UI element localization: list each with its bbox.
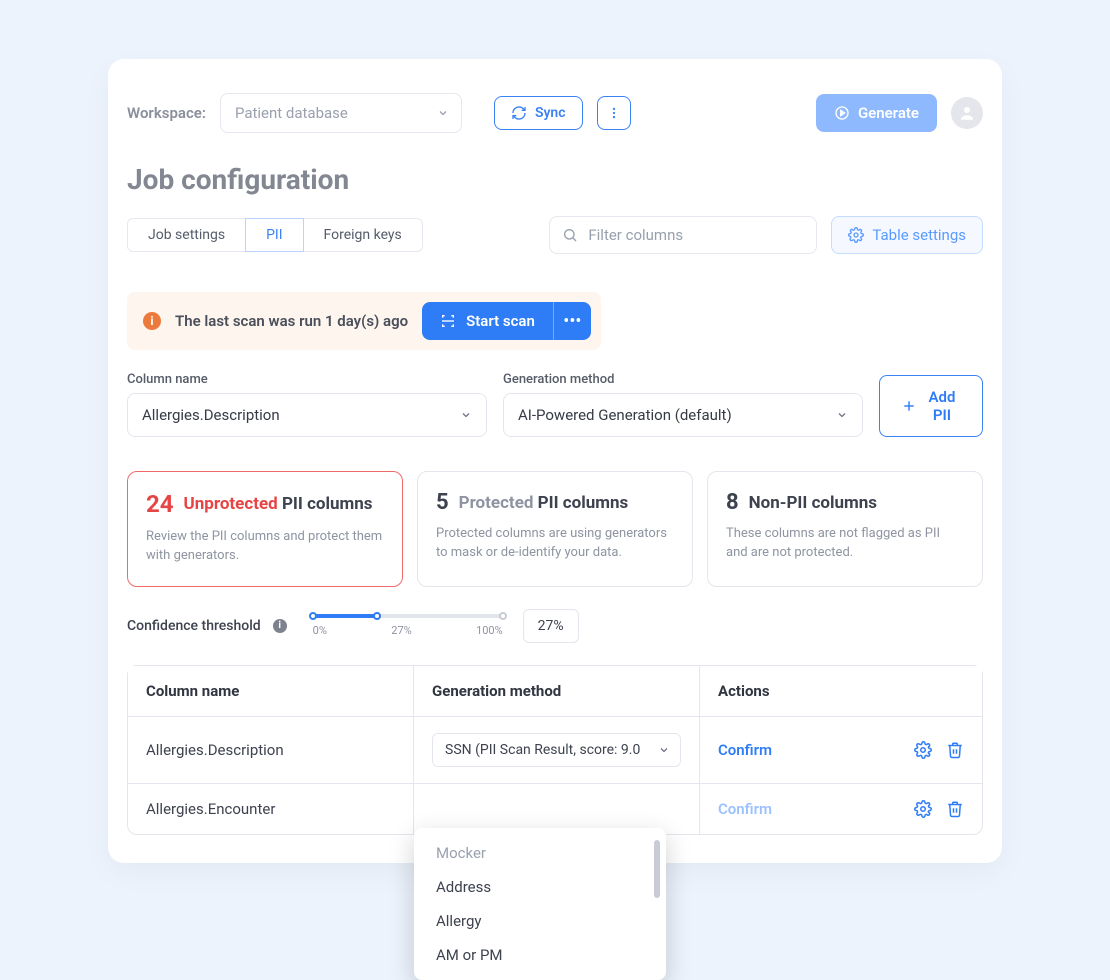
card-protected[interactable]: 5 Protected PII columns Protected column… bbox=[417, 471, 693, 587]
protected-label-pre: Protected bbox=[459, 493, 534, 513]
banner-text: The last scan was run 1 day(s) ago bbox=[175, 312, 408, 330]
sync-button[interactable]: Sync bbox=[494, 96, 583, 130]
threshold-value[interactable]: 27% bbox=[523, 609, 579, 643]
gear-icon bbox=[848, 227, 864, 243]
column-name-value: Allergies.Description bbox=[142, 406, 280, 424]
workspace-select[interactable]: Patient database bbox=[220, 93, 462, 133]
tab-group: Job settings PII Foreign keys bbox=[127, 218, 423, 252]
kebab-icon bbox=[607, 105, 621, 121]
table-row: Allergies.Encounter Mocker Address Aller… bbox=[128, 783, 982, 834]
stat-cards: 24 Unprotected PII columns Review the PI… bbox=[127, 471, 983, 587]
page-title: Job configuration bbox=[127, 163, 983, 196]
settings-icon[interactable] bbox=[914, 800, 932, 818]
refresh-icon bbox=[511, 105, 527, 121]
add-pii-button[interactable]: Add PII bbox=[879, 375, 983, 437]
dropdown-section-header: Mocker bbox=[414, 836, 666, 870]
dropdown-option[interactable]: Address bbox=[414, 870, 666, 904]
slider-handle[interactable] bbox=[373, 612, 381, 620]
slider-tick-min: 0% bbox=[313, 624, 327, 637]
slider-handle-max bbox=[499, 612, 507, 620]
workspace-label: Workspace: bbox=[127, 104, 206, 122]
generate-button[interactable]: Generate bbox=[816, 94, 937, 132]
slider-tick-mid: 27% bbox=[391, 624, 411, 637]
unprotected-label-post: PII columns bbox=[278, 494, 373, 514]
scan-more-button[interactable]: ••• bbox=[553, 302, 591, 340]
chevron-down-icon bbox=[658, 744, 670, 756]
table-row: Allergies.Description SSN (PII Scan Resu… bbox=[128, 716, 982, 783]
chevron-down-icon bbox=[836, 409, 848, 421]
generation-method-label: Generation method bbox=[503, 372, 863, 387]
play-circle-icon bbox=[834, 105, 850, 121]
unprotected-label-pre: Unprotected bbox=[184, 494, 278, 514]
filter-placeholder: Filter columns bbox=[588, 226, 683, 244]
nonpii-count: 8 bbox=[726, 490, 739, 515]
table-header-row: Column name Generation method Actions bbox=[128, 666, 982, 716]
cell-column-name: Allergies.Encounter bbox=[128, 784, 413, 834]
tab-pii[interactable]: PII bbox=[245, 218, 303, 252]
workspace-value: Patient database bbox=[235, 104, 348, 122]
row-method-select[interactable]: SSN (PII Scan Result, score: 9.0 bbox=[432, 733, 681, 767]
table-settings-label: Table settings bbox=[872, 226, 966, 244]
main-panel: Workspace: Patient database Sync Generat… bbox=[108, 59, 1002, 863]
add-pii-label: Add PII bbox=[924, 388, 960, 424]
avatar[interactable] bbox=[951, 97, 983, 129]
cell-column-name: Allergies.Description bbox=[128, 717, 413, 783]
th-actions: Actions bbox=[699, 666, 982, 716]
more-menu-button[interactable] bbox=[597, 96, 631, 130]
threshold-row: Confidence threshold i 0% 27% 100% 27% bbox=[127, 609, 983, 643]
table-settings-button[interactable]: Table settings bbox=[831, 216, 983, 254]
trash-icon[interactable] bbox=[946, 741, 964, 759]
dropdown-option[interactable]: Allergy bbox=[414, 904, 666, 938]
column-name-select[interactable]: Allergies.Description bbox=[127, 393, 487, 437]
settings-icon[interactable] bbox=[914, 741, 932, 759]
generate-label: Generate bbox=[858, 104, 919, 122]
plus-icon bbox=[902, 399, 916, 413]
slider-handle-min[interactable] bbox=[309, 612, 317, 620]
column-name-label: Column name bbox=[127, 372, 487, 387]
chevron-down-icon bbox=[437, 107, 449, 119]
tab-job-settings[interactable]: Job settings bbox=[127, 218, 246, 252]
scan-icon bbox=[440, 313, 456, 329]
method-dropdown: Mocker Address Allergy AM or PM bbox=[414, 828, 666, 980]
tab-foreign-keys[interactable]: Foreign keys bbox=[303, 218, 423, 252]
confirm-button[interactable]: Confirm bbox=[718, 800, 772, 818]
info-icon: i bbox=[143, 312, 161, 330]
search-icon bbox=[562, 227, 578, 243]
unprotected-desc: Review the PII columns and protect them … bbox=[146, 528, 384, 566]
trash-icon[interactable] bbox=[946, 800, 964, 818]
threshold-slider[interactable] bbox=[313, 614, 503, 618]
start-scan-label: Start scan bbox=[466, 312, 535, 330]
filter-columns-input[interactable]: Filter columns bbox=[549, 216, 817, 254]
topbar: Workspace: Patient database Sync Generat… bbox=[108, 59, 1002, 133]
row-method-value: SSN (PII Scan Result, score: 9.0 bbox=[445, 742, 640, 758]
start-scan-button[interactable]: Start scan bbox=[422, 302, 553, 340]
protected-label-post: PII columns bbox=[533, 493, 628, 513]
sync-label: Sync bbox=[535, 105, 566, 121]
generation-method-value: AI-Powered Generation (default) bbox=[518, 406, 732, 424]
tabs-row: Job settings PII Foreign keys Filter col… bbox=[127, 216, 983, 254]
nonpii-desc: These columns are not flagged as PII and… bbox=[726, 525, 964, 563]
confirm-button[interactable]: Confirm bbox=[718, 741, 772, 759]
th-generation-method: Generation method bbox=[413, 666, 699, 716]
protected-count: 5 bbox=[436, 490, 449, 515]
pii-table: Column name Generation method Actions Al… bbox=[127, 665, 983, 835]
nonpii-label: Non-PII columns bbox=[749, 493, 877, 513]
dropdown-option[interactable]: AM or PM bbox=[414, 938, 666, 972]
ellipsis-icon: ••• bbox=[563, 311, 581, 332]
scrollbar-thumb[interactable] bbox=[654, 840, 660, 898]
th-column-name: Column name bbox=[128, 666, 413, 716]
threshold-label: Confidence threshold bbox=[127, 618, 261, 634]
card-unprotected[interactable]: 24 Unprotected PII columns Review the PI… bbox=[127, 471, 403, 587]
generation-method-select[interactable]: AI-Powered Generation (default) bbox=[503, 393, 863, 437]
controls-row: Column name Allergies.Description Genera… bbox=[127, 372, 983, 437]
slider-tick-max: 100% bbox=[476, 624, 503, 637]
user-icon bbox=[958, 104, 976, 122]
info-icon[interactable]: i bbox=[273, 619, 287, 633]
chevron-down-icon bbox=[460, 409, 472, 421]
card-nonpii[interactable]: 8 Non-PII columns These columns are not … bbox=[707, 471, 983, 587]
scan-banner: i The last scan was run 1 day(s) ago Sta… bbox=[127, 292, 601, 350]
unprotected-count: 24 bbox=[146, 490, 174, 518]
protected-desc: Protected columns are using generators t… bbox=[436, 525, 674, 563]
